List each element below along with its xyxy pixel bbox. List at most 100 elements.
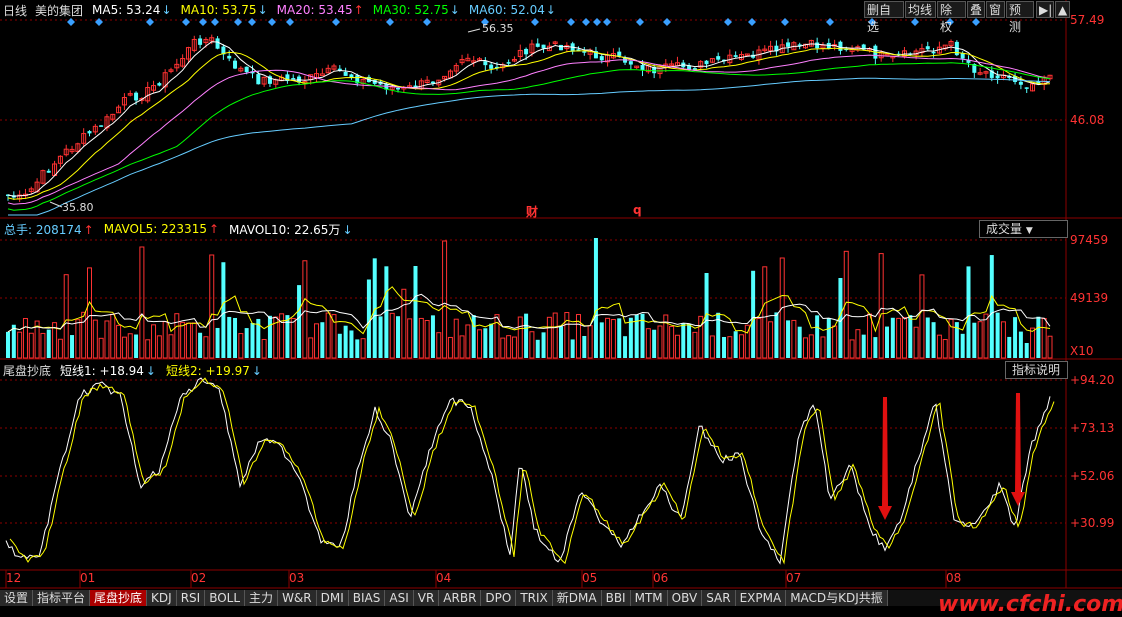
indicator-tab[interactable]: OBV <box>667 590 703 606</box>
candle-body <box>692 68 697 70</box>
volume-bar <box>162 321 168 359</box>
short-line-2-curve <box>9 377 1055 565</box>
volume-bar <box>919 274 925 359</box>
volume-bar <box>238 333 244 359</box>
indicator-tab[interactable]: BIAS <box>348 590 386 606</box>
volume-bar <box>645 328 651 359</box>
price-label-mid: 46.08 <box>1070 113 1105 127</box>
date-tick-label: 01 <box>80 571 96 585</box>
signal-diamond <box>182 18 190 26</box>
volume-bar <box>6 331 10 358</box>
candle-body <box>319 73 325 76</box>
volume-bar <box>546 316 552 359</box>
volume-bar <box>855 329 861 359</box>
indicator-tab[interactable]: MTM <box>630 590 668 606</box>
total-volume: 总手: 208174 ↑ <box>4 222 94 237</box>
indicator-tab[interactable]: DMI <box>316 590 349 606</box>
toolbar-button-3[interactable]: 叠 <box>967 1 985 18</box>
volume-bar <box>98 337 104 359</box>
ma-line <box>7 47 1051 200</box>
date-tick-label: 03 <box>289 571 305 585</box>
signal-diamond <box>386 18 394 26</box>
volume-bar <box>541 332 546 358</box>
indicator-tab[interactable]: W&R <box>278 590 317 606</box>
volume-bar <box>867 313 873 359</box>
toolbar-button-1[interactable]: 均线 <box>905 1 936 18</box>
candle-body <box>198 38 203 45</box>
candle-body <box>617 51 622 56</box>
signal-diamond <box>826 18 834 26</box>
volume-bar <box>908 315 913 358</box>
volume-bar <box>285 315 290 358</box>
volume-bar <box>447 336 453 359</box>
signal-diamond <box>234 18 242 26</box>
indicator-tab[interactable]: 设置 <box>0 590 34 606</box>
signal-diamond <box>531 18 539 26</box>
volume-bar <box>430 315 435 358</box>
expand-icon[interactable]: ▶| <box>1036 1 1054 18</box>
indicator-label-1: +94.20 <box>1070 373 1115 387</box>
candle-body <box>1024 87 1029 89</box>
toolbar-button-2[interactable]: 除权 <box>937 1 966 34</box>
volume-bar <box>22 318 28 359</box>
volume-bar <box>1018 331 1023 358</box>
indicator-tab[interactable]: 主力 <box>245 590 279 606</box>
ma-legend-item: MA20: 53.45↑ <box>276 3 364 17</box>
candle-body <box>599 56 604 61</box>
indicator-tab[interactable]: VR <box>413 590 440 606</box>
signal-diamond <box>211 18 219 26</box>
volume-bar <box>46 329 51 358</box>
volume-bar <box>471 315 476 358</box>
toolbar-button-4[interactable]: 窗 <box>986 1 1005 18</box>
q-marker[interactable]: q <box>633 203 642 217</box>
signal-diamond <box>423 18 431 26</box>
volume-bar <box>127 333 133 359</box>
signal-diamond <box>911 18 919 26</box>
volume-bar <box>1041 318 1047 359</box>
toolbar-button-0[interactable]: 删自选 <box>864 1 904 34</box>
volume-dropdown[interactable]: 成交量 ▼ <box>979 220 1068 238</box>
volume-bar <box>92 319 98 359</box>
signal-diamond <box>332 18 340 26</box>
indicator-tab[interactable]: 尾盘抄底 <box>90 590 148 606</box>
high-price-label: 56.35 <box>482 22 514 35</box>
indicator-tab[interactable]: BOLL <box>205 590 246 606</box>
high-marker-line <box>467 28 481 33</box>
indicator-tab[interactable]: BBI <box>601 590 631 606</box>
indicator-tab[interactable]: SAR <box>702 590 736 606</box>
signal-diamond <box>781 18 789 26</box>
volume-bar <box>337 333 342 358</box>
chart-canvas[interactable] <box>0 0 1122 612</box>
indicator-tab[interactable]: MACD与KDJ共振 <box>786 590 888 606</box>
volume-bar <box>424 320 430 359</box>
volume-bar <box>384 266 389 358</box>
indicator-tab[interactable]: EXPMA <box>735 590 787 606</box>
signal-diamond <box>748 18 756 26</box>
indicator-tab[interactable]: TRIX <box>516 590 553 606</box>
indicator-tab[interactable]: RSI <box>176 590 206 606</box>
candle-body <box>815 42 820 49</box>
volume-bar <box>302 260 308 359</box>
indicator-explain-button[interactable]: 指标说明 <box>1005 361 1068 379</box>
scroll-up-icon[interactable]: ▲ <box>1055 1 1070 18</box>
finance-marker[interactable]: 财 <box>526 203 538 220</box>
indicator-tab[interactable]: 新DMA <box>552 590 602 606</box>
volume-bar <box>349 330 354 358</box>
indicator-tab[interactable]: KDJ <box>147 590 177 606</box>
volume-bar <box>989 255 994 358</box>
indicator-tab[interactable]: ASI <box>385 590 414 606</box>
volume-bar <box>587 325 593 359</box>
volume-bar <box>86 267 92 359</box>
volume-bar <box>931 322 936 358</box>
volume-bar <box>494 314 500 359</box>
indicator-tab[interactable]: DPO <box>481 590 517 606</box>
toolbar-button-5[interactable]: 预测 <box>1006 1 1034 34</box>
indicator-tab[interactable]: ARBR <box>439 590 482 606</box>
ma-arrow: ↑ <box>353 3 364 17</box>
volume-bar <box>849 339 855 359</box>
volume-bar <box>465 324 471 359</box>
volume-bar <box>936 334 942 359</box>
volume-bar <box>355 339 360 358</box>
candle-body <box>925 46 930 50</box>
indicator-tab[interactable]: 指标平台 <box>33 590 91 606</box>
